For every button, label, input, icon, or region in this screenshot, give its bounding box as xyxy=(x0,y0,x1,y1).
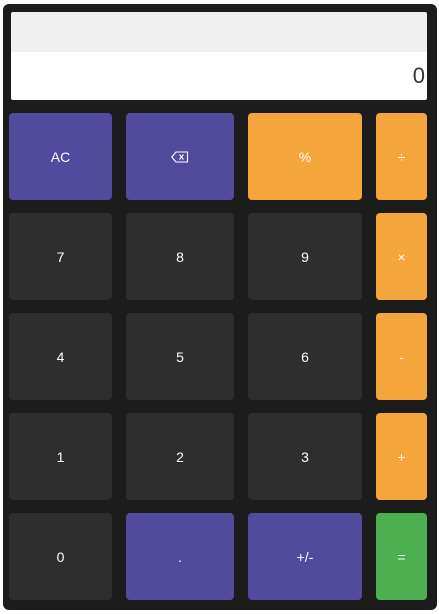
expression-display xyxy=(11,12,427,52)
plus-button[interactable]: + xyxy=(376,413,427,500)
digit-8-button[interactable]: 8 xyxy=(126,213,234,300)
backspace-button[interactable] xyxy=(126,113,234,200)
digit-2-button[interactable]: 2 xyxy=(126,413,234,500)
digit-3-button[interactable]: 3 xyxy=(248,413,362,500)
digit-5-button[interactable]: 5 xyxy=(126,313,234,400)
digit-7-button[interactable]: 7 xyxy=(9,213,112,300)
digit-9-button[interactable]: 9 xyxy=(248,213,362,300)
result-display: 0 xyxy=(11,52,427,100)
negate-button[interactable]: +/- xyxy=(248,513,362,600)
minus-button[interactable]: - xyxy=(376,313,427,400)
digit-0-button[interactable]: 0 xyxy=(9,513,112,600)
divide-button[interactable]: ÷ xyxy=(376,113,427,200)
clear-button[interactable]: AC xyxy=(9,113,112,200)
digit-1-button[interactable]: 1 xyxy=(9,413,112,500)
digit-6-button[interactable]: 6 xyxy=(248,313,362,400)
equals-button[interactable]: = xyxy=(376,513,427,600)
digit-4-button[interactable]: 4 xyxy=(9,313,112,400)
multiply-button[interactable]: × xyxy=(376,213,427,300)
backspace-icon xyxy=(171,150,189,163)
calculator: 0 AC % ÷ 7 8 9 × 4 5 6 - 1 2 3 + 0 . +/-… xyxy=(3,4,437,610)
decimal-button[interactable]: . xyxy=(126,513,234,600)
percent-button[interactable]: % xyxy=(248,113,362,200)
